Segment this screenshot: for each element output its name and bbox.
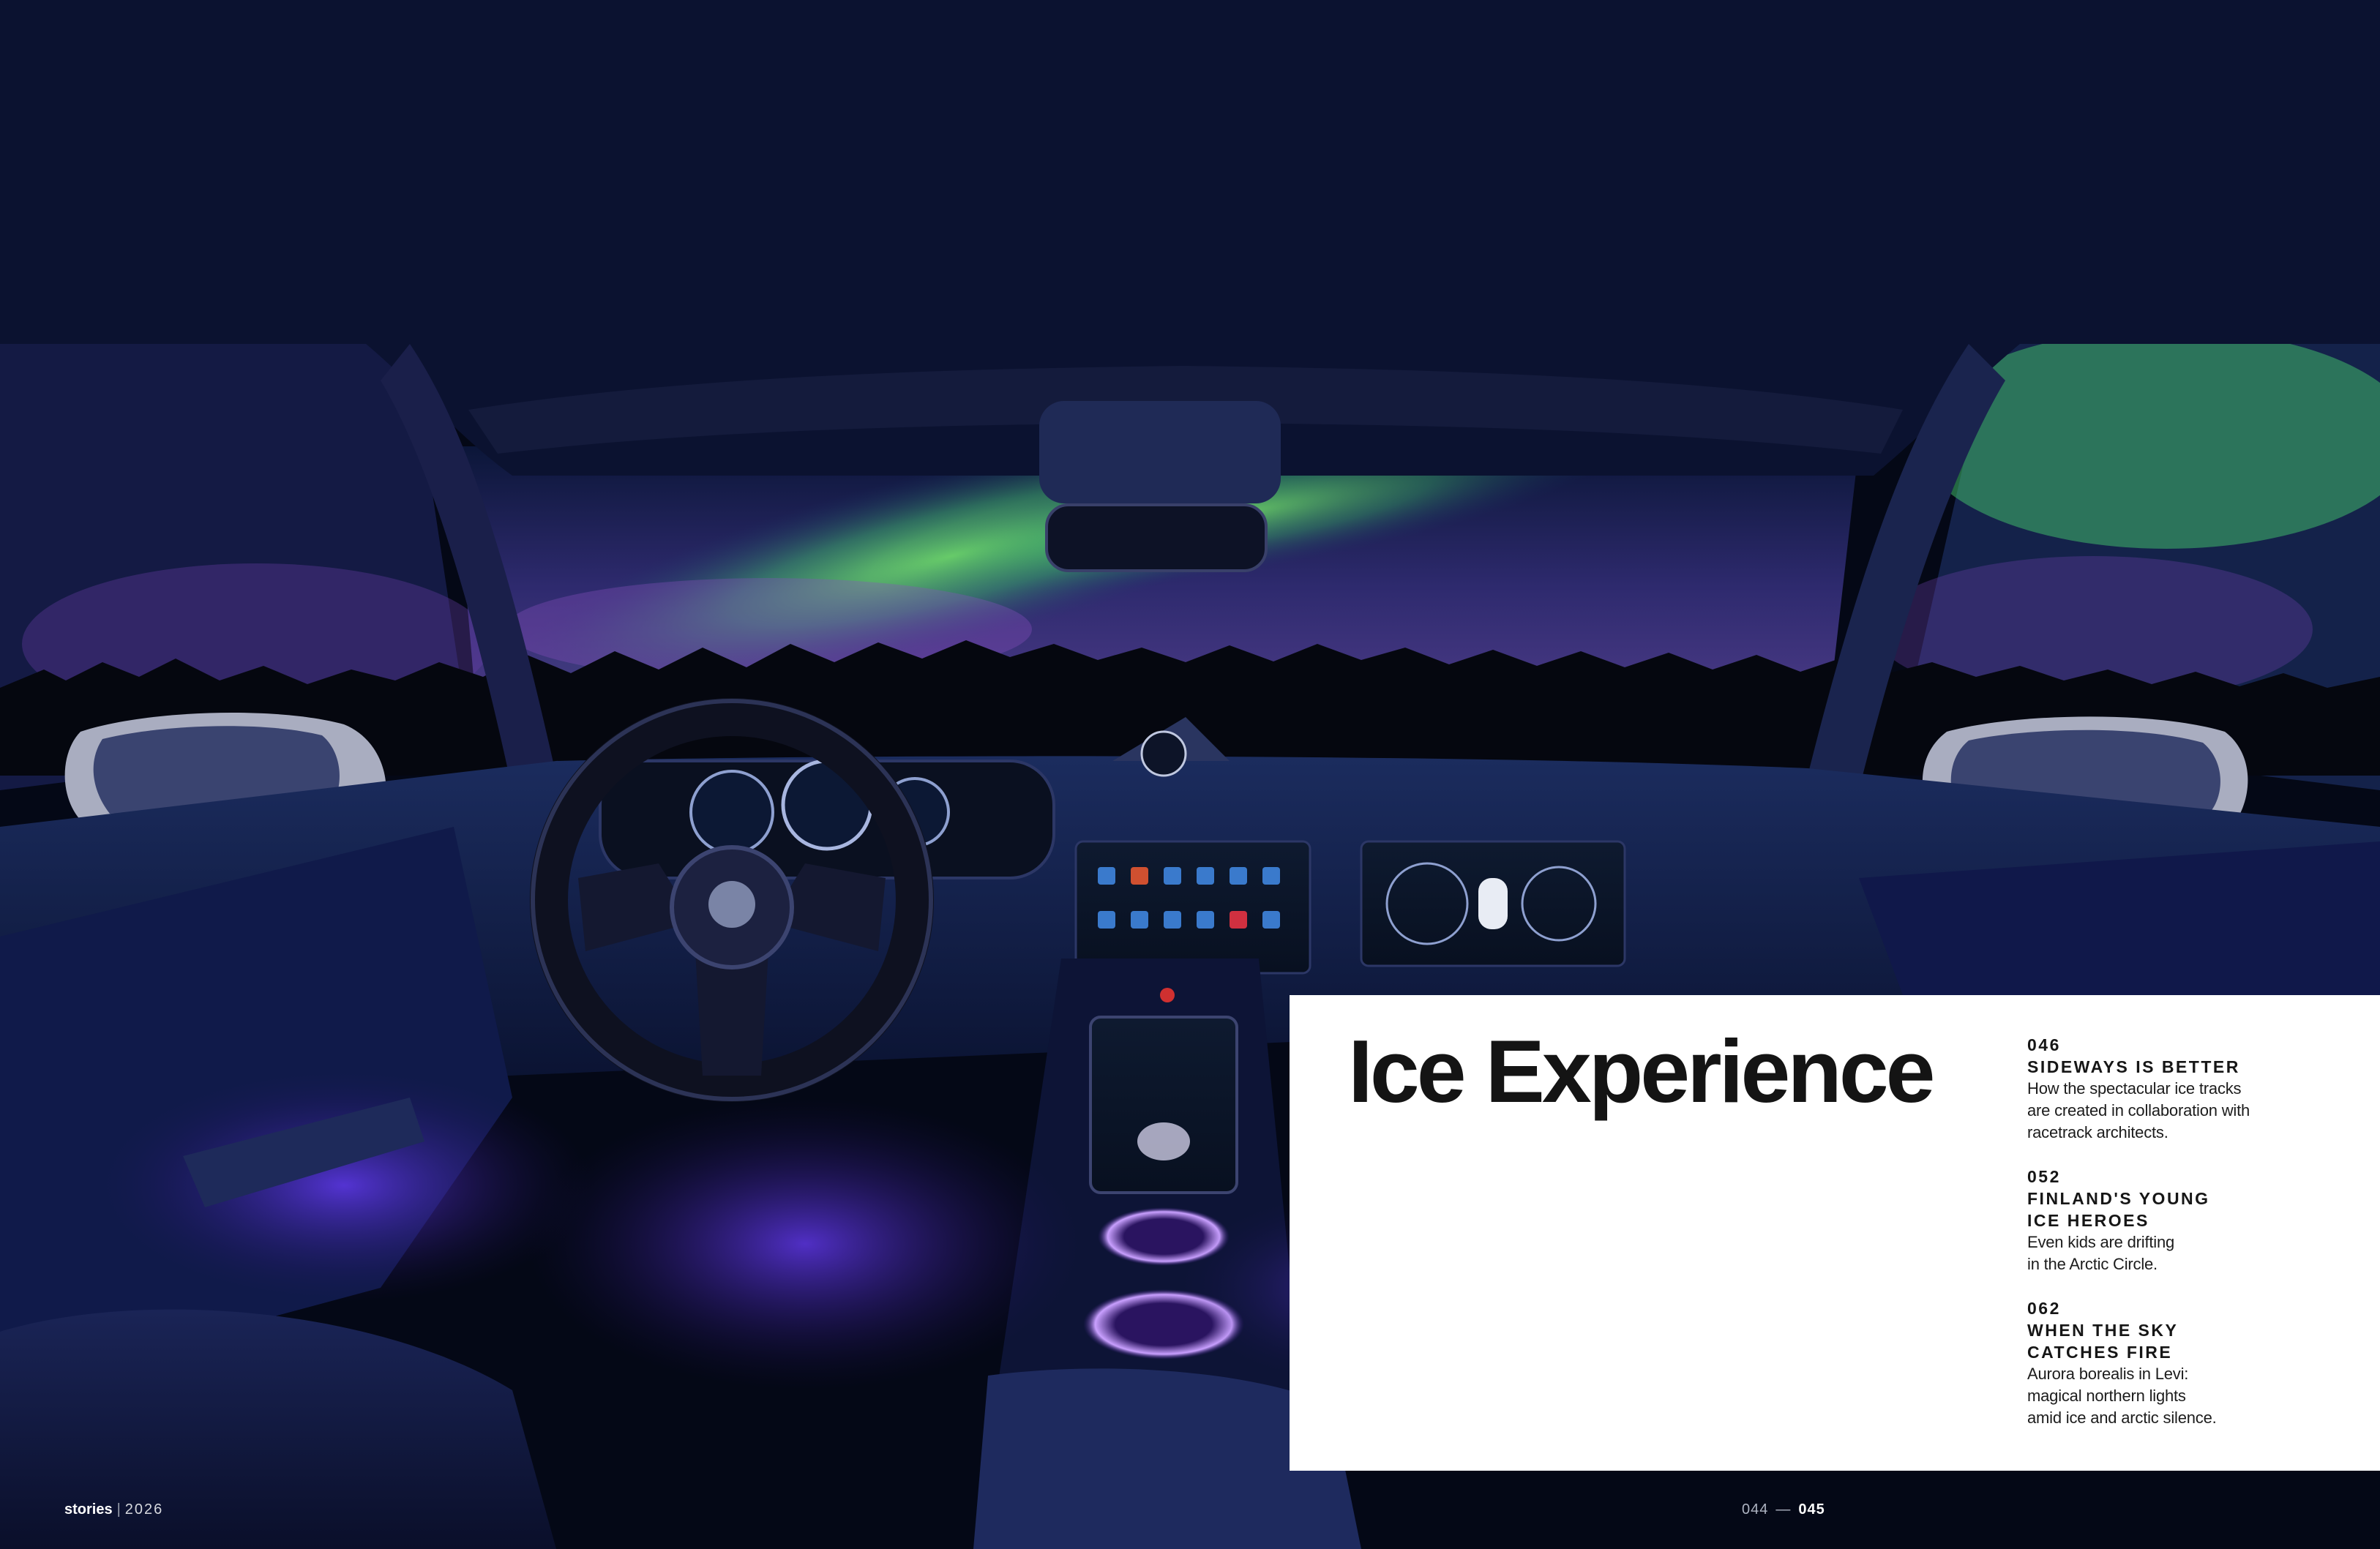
toc-description: How the spectacular ice tracks are creat… [2027, 1078, 2335, 1144]
toc-description-line: magical northern lights [2027, 1387, 2186, 1405]
toc-description-line: racetrack architects. [2027, 1123, 2168, 1141]
toc-entry[interactable]: 052 FINLAND'S YOUNG ICE HEROES Even kids… [2027, 1166, 2335, 1275]
page-numbers: 044 — 045 [1742, 1501, 1825, 1518]
toc-description: Even kids are drifting in the Arctic Cir… [2027, 1231, 2335, 1275]
toc-description-line: are created in collaboration with [2027, 1101, 2250, 1119]
toc-headline-line: WHEN THE SKY [2027, 1321, 2179, 1340]
toc-headline-line: SIDEWAYS IS BETTER [2027, 1057, 2240, 1076]
toc-description-line: Aurora borealis in Levi: [2027, 1365, 2189, 1383]
toc-description-line: How the spectacular ice tracks [2027, 1079, 2242, 1098]
toc-page-number: 052 [2027, 1167, 2061, 1186]
toc-description-line: amid ice and arctic silence. [2027, 1409, 2217, 1427]
toc-description: Aurora borealis in Levi: magical norther… [2027, 1363, 2335, 1429]
footer-magazine-info: stories | 2026 [64, 1501, 163, 1518]
issue-year: 2026 [124, 1501, 164, 1518]
magazine-name: stories [64, 1501, 113, 1518]
toc-page-number: 046 [2027, 1035, 2061, 1054]
page-number-dash: — [1775, 1501, 1792, 1518]
toc-headline-line: FINLAND'S YOUNG [2027, 1189, 2210, 1208]
toc-headline-line: ICE HEROES [2027, 1211, 2149, 1230]
toc-description-line: Even kids are drifting [2027, 1233, 2175, 1251]
toc-headline: SIDEWAYS IS BETTER [2027, 1056, 2335, 1078]
table-of-contents: 046 SIDEWAYS IS BETTER How the spectacul… [2027, 1034, 2335, 1451]
page-number-right: 045 [1798, 1501, 1825, 1518]
toc-headline: WHEN THE SKY CATCHES FIRE [2027, 1319, 2335, 1363]
footer-separator: | [116, 1501, 121, 1518]
feature-title: Ice Experience [1348, 1021, 1936, 1121]
toc-headline: FINLAND'S YOUNG ICE HEROES [2027, 1188, 2335, 1231]
feature-panel: Ice Experience 046 SIDEWAYS IS BETTER Ho… [1290, 995, 2380, 1471]
toc-entry[interactable]: 062 WHEN THE SKY CATCHES FIRE Aurora bor… [2027, 1297, 2335, 1429]
page-number-left: 044 [1742, 1501, 1769, 1518]
magazine-spread: Ice Experience 046 SIDEWAYS IS BETTER Ho… [0, 0, 2380, 1549]
toc-page-number: 062 [2027, 1299, 2061, 1318]
toc-description-line: in the Arctic Circle. [2027, 1255, 2158, 1273]
toc-entry[interactable]: 046 SIDEWAYS IS BETTER How the spectacul… [2027, 1034, 2335, 1144]
toc-headline-line: CATCHES FIRE [2027, 1343, 2173, 1362]
